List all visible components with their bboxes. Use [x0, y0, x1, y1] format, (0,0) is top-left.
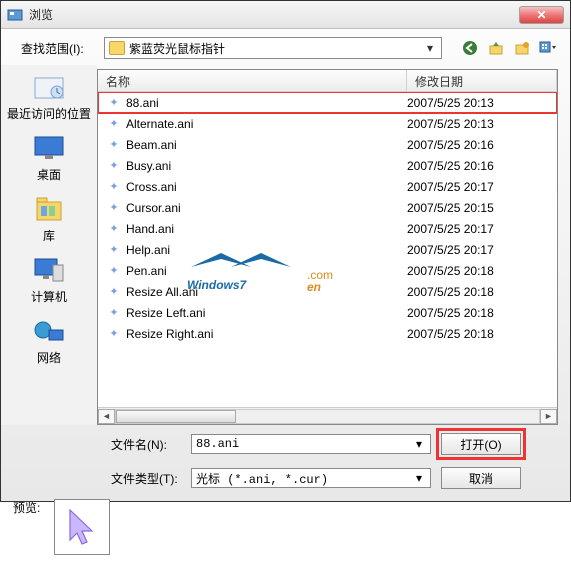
lookin-row: 查找范围(I): 紫蓝荧光鼠标指针 ▾ [1, 29, 570, 65]
file-row[interactable]: ✦ 88.ani2007/5/25 20:13 [98, 92, 557, 113]
file-row[interactable]: ✦ Alternate.ani2007/5/25 20:13 [98, 113, 557, 134]
file-name: Pen.ani [126, 264, 407, 278]
open-button[interactable]: 打开(O) [441, 433, 521, 455]
chevron-down-icon[interactable]: ▾ [412, 437, 426, 451]
file-date: 2007/5/25 20:18 [407, 264, 557, 278]
filetype-select[interactable]: 光标 (*.ani, *.cur) ▾ [191, 468, 431, 488]
cursor-file-icon: ✦ [108, 307, 120, 319]
cursor-file-icon: ✦ [108, 328, 120, 340]
sidebar-item-network[interactable]: 网络 [29, 315, 69, 366]
cursor-file-icon: ✦ [108, 223, 120, 235]
file-row[interactable]: ✦ Help.ani2007/5/25 20:17 [98, 239, 557, 260]
sidebar-item-recent[interactable]: 最近访问的位置 [7, 71, 91, 122]
file-name: 88.ani [126, 96, 407, 110]
file-row[interactable]: ✦ Resize Left.ani2007/5/25 20:18 [98, 302, 557, 323]
scroll-thumb[interactable] [116, 410, 236, 423]
desktop-icon [31, 133, 67, 163]
file-row[interactable]: ✦ Pen.ani2007/5/25 20:18 [98, 260, 557, 281]
new-folder-button[interactable] [512, 38, 532, 58]
cursor-file-icon: ✦ [108, 244, 120, 256]
app-icon [7, 7, 23, 23]
libraries-icon [31, 194, 67, 224]
back-button[interactable] [460, 38, 480, 58]
sidebar-item-desktop[interactable]: 桌面 [29, 132, 69, 183]
cursor-file-icon: ✦ [108, 265, 120, 277]
file-list: 名称 修改日期 ✦ 88.ani2007/5/25 20:13 ✦ Alternate… [97, 69, 558, 425]
file-name: Resize Left.ani [126, 306, 407, 320]
browse-dialog: 浏览 ✕ 查找范围(I): 紫蓝荧光鼠标指针 ▾ 最近访问的位置 桌面 [0, 0, 571, 502]
window-title: 浏览 [29, 6, 519, 23]
h-scrollbar[interactable]: ◄ ► [98, 407, 557, 424]
cursor-file-icon: ✦ [108, 118, 120, 130]
scroll-left-button[interactable]: ◄ [98, 409, 115, 424]
cursor-file-icon: ✦ [108, 139, 120, 151]
lookin-value: 紫蓝荧光鼠标指针 [129, 40, 423, 57]
cursor-file-icon: ✦ [108, 202, 120, 214]
filetype-row: 文件类型(T): 光标 (*.ani, *.cur) ▾ 取消 [1, 459, 570, 493]
file-row[interactable]: ✦ Beam.ani2007/5/25 20:16 [98, 134, 557, 155]
file-name: Hand.ani [126, 222, 407, 236]
file-date: 2007/5/25 20:17 [407, 222, 557, 236]
column-headers: 名称 修改日期 [98, 70, 557, 92]
file-name: Cursor.ani [126, 201, 407, 215]
sidebar-item-libraries[interactable]: 库 [29, 193, 69, 244]
file-date: 2007/5/25 20:15 [407, 201, 557, 215]
file-date: 2007/5/25 20:18 [407, 306, 557, 320]
cursor-file-icon: ✦ [108, 160, 120, 172]
cursor-file-icon: ✦ [108, 286, 120, 298]
nav-toolbar [460, 38, 558, 58]
scroll-right-button[interactable]: ► [540, 409, 557, 424]
cursor-file-icon: ✦ [108, 181, 120, 193]
up-button[interactable] [486, 38, 506, 58]
file-row[interactable]: ✦ Hand.ani2007/5/25 20:17 [98, 218, 557, 239]
folder-icon [109, 41, 125, 55]
file-row[interactable]: ✦ Busy.ani2007/5/25 20:16 [98, 155, 557, 176]
sidebar-item-computer[interactable]: 计算机 [29, 254, 69, 305]
recent-icon [31, 72, 67, 102]
close-button[interactable]: ✕ [519, 6, 564, 24]
filetype-label: 文件类型(T): [111, 470, 181, 487]
file-name: Help.ani [126, 243, 407, 257]
file-date: 2007/5/25 20:16 [407, 159, 557, 173]
file-name: Resize Right.ani [126, 327, 407, 341]
file-date: 2007/5/25 20:18 [407, 327, 557, 341]
computer-icon [31, 255, 67, 285]
places-sidebar: 最近访问的位置 桌面 库 计算机 网络 [1, 65, 97, 425]
preview-box [54, 499, 110, 555]
file-row[interactable]: ✦ Resize All.ani2007/5/25 20:18 [98, 281, 557, 302]
col-name[interactable]: 名称 [98, 70, 407, 91]
file-date: 2007/5/25 20:13 [407, 96, 557, 110]
file-date: 2007/5/25 20:18 [407, 285, 557, 299]
lookin-combo[interactable]: 紫蓝荧光鼠标指针 ▾ [104, 37, 442, 59]
titlebar: 浏览 ✕ [1, 1, 570, 29]
scroll-track[interactable] [115, 409, 540, 424]
filename-label: 文件名(N): [111, 436, 181, 453]
file-row[interactable]: ✦ Cursor.ani2007/5/25 20:15 [98, 197, 557, 218]
file-date: 2007/5/25 20:17 [407, 243, 557, 257]
file-row[interactable]: ✦ Resize Right.ani2007/5/25 20:18 [98, 323, 557, 344]
view-menu[interactable] [538, 38, 558, 58]
file-name: Resize All.ani [126, 285, 407, 299]
filename-row: 文件名(N): 88.ani ▾ 打开(O) [1, 425, 570, 459]
preview-row: 预览: [1, 493, 570, 561]
cancel-button[interactable]: 取消 [441, 467, 521, 489]
file-name: Cross.ani [126, 180, 407, 194]
chevron-down-icon[interactable]: ▾ [412, 471, 426, 485]
file-date: 2007/5/25 20:13 [407, 117, 557, 131]
file-name: Beam.ani [126, 138, 407, 152]
lookin-label: 查找范围(I): [21, 40, 96, 57]
col-date[interactable]: 修改日期 [407, 70, 557, 91]
cursor-file-icon: ✦ [108, 97, 120, 109]
filename-input[interactable]: 88.ani ▾ [191, 434, 431, 454]
file-name: Busy.ani [126, 159, 407, 173]
cursor-preview-icon [64, 506, 100, 548]
network-icon [31, 316, 67, 346]
file-date: 2007/5/25 20:17 [407, 180, 557, 194]
file-name: Alternate.ani [126, 117, 407, 131]
file-row[interactable]: ✦ Cross.ani2007/5/25 20:17 [98, 176, 557, 197]
chevron-down-icon[interactable]: ▾ [423, 41, 437, 55]
file-date: 2007/5/25 20:16 [407, 138, 557, 152]
